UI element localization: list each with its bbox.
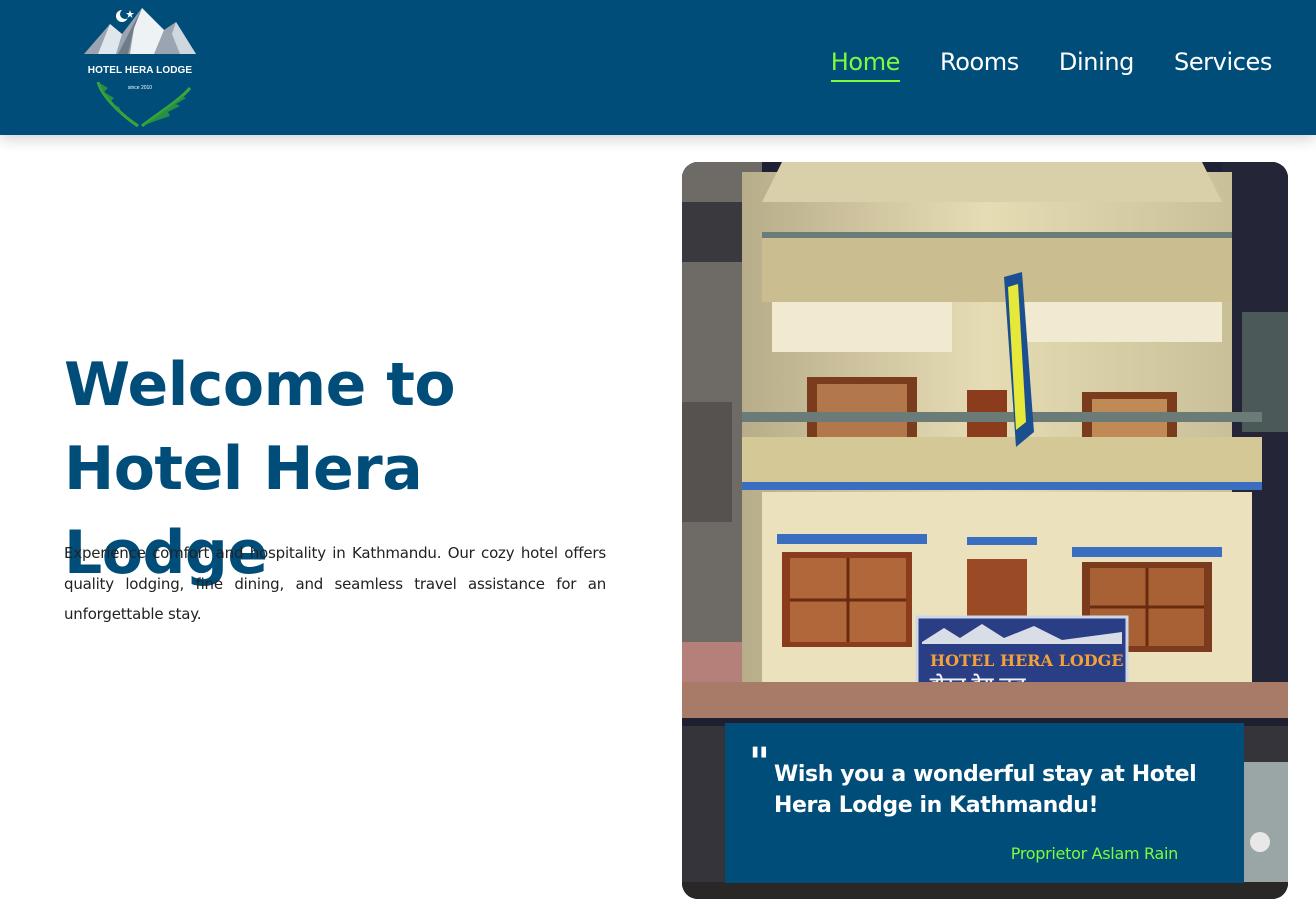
quote-text: Wish you a wonderful stay at Hotel Hera … xyxy=(774,762,1197,818)
hero-description: Experience comfort and hospitality in Ka… xyxy=(64,544,606,623)
nav-home[interactable]: Home xyxy=(830,44,900,82)
nav-services[interactable]: Services xyxy=(1174,44,1272,82)
quote-card: " Wish you a wonderful stay at Hotel Her… xyxy=(725,723,1244,883)
quote-mark-icon: " xyxy=(749,739,770,786)
site-header: HOTEL HERA LODGE since 2010 Home Rooms D… xyxy=(0,0,1316,135)
logo-since: since 2010 xyxy=(127,85,153,91)
hotel-logo[interactable]: HOTEL HERA LODGE since 2010 xyxy=(80,4,200,130)
nav-dining[interactable]: Dining xyxy=(1059,44,1134,82)
quote-author: Proprietor Aslam Rain xyxy=(1010,844,1179,863)
main-nav: Home Rooms Dining Services xyxy=(830,44,1272,82)
hero-title-line1: Welcome to xyxy=(64,350,456,420)
logo-hotel-name: HOTEL HERA LODGE xyxy=(87,65,193,76)
nav-rooms[interactable]: Rooms xyxy=(940,44,1019,82)
sign-english-text: HOTEL HERA LODGE xyxy=(930,651,1124,670)
